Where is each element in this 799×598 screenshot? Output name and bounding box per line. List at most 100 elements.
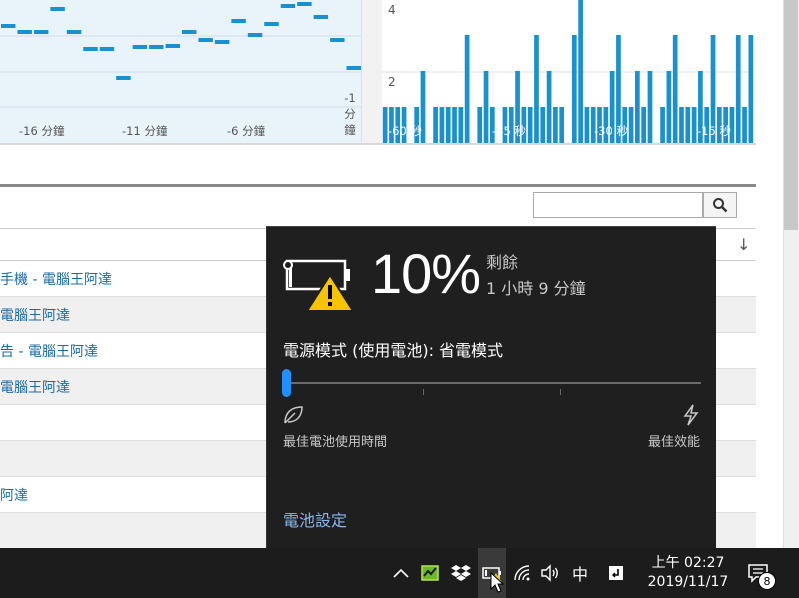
bar <box>628 107 634 143</box>
step-segment <box>165 44 180 48</box>
wifi-tray-button[interactable] <box>509 548 537 598</box>
seconds-chart <box>382 0 754 143</box>
table-top-rule <box>0 184 756 187</box>
x-label-11: -11 分鐘 <box>122 124 168 138</box>
volume-tray-button[interactable] <box>537 548 563 598</box>
step-segment <box>198 38 213 42</box>
input-mode-button[interactable] <box>602 548 630 598</box>
volume-icon <box>541 564 558 582</box>
clock-date[interactable]: 2019/11/17 <box>640 574 736 590</box>
step-segment <box>182 30 197 34</box>
bar <box>735 35 741 143</box>
step-segment <box>149 45 164 49</box>
row-page-title[interactable]: 電腦王阿達 <box>0 377 70 397</box>
sort-desc-icon[interactable]: ↓ <box>737 235 750 254</box>
battery-warning-icon <box>283 259 355 312</box>
bar <box>534 35 539 143</box>
battery-tray-button[interactable] <box>478 548 506 598</box>
step-segment <box>33 30 49 34</box>
show-hidden-icons-button[interactable] <box>389 548 413 598</box>
ime-indicator[interactable]: 中 <box>566 548 594 598</box>
bar <box>464 35 470 143</box>
bar <box>382 107 388 143</box>
remaining-label: 剩餘 <box>486 253 519 272</box>
x-label-45s: -45 秒 <box>492 124 526 138</box>
scrollbar-thumb[interactable] <box>784 0 798 230</box>
bar <box>647 71 653 143</box>
step-segment <box>346 66 361 70</box>
clock-time[interactable]: 上午 02:27 <box>648 552 728 572</box>
x-label-1-b: 分 <box>344 107 356 121</box>
minutes-chart-svg <box>0 2 362 108</box>
x-label-16: -16 分鐘 <box>19 124 65 138</box>
bar <box>546 71 552 143</box>
bar <box>748 35 754 143</box>
bar <box>458 107 464 143</box>
green-app-tray-button[interactable] <box>416 548 444 598</box>
notification-count-badge: 8 <box>758 572 776 590</box>
taskbar: 中 上午 02:27 2019/11/17 8 <box>0 548 799 598</box>
step-segment <box>264 22 279 26</box>
step-segment <box>330 38 345 42</box>
row-page-title[interactable]: 電腦王阿達 <box>0 305 70 325</box>
bar <box>635 71 640 143</box>
bar <box>666 71 672 143</box>
step-segment <box>247 33 263 37</box>
step-segment <box>280 4 296 8</box>
x-label-60s: -60 秒 <box>388 124 422 138</box>
green-app-icon <box>421 565 439 581</box>
bar <box>679 107 684 143</box>
step-segment <box>1 24 16 28</box>
bar <box>439 107 445 143</box>
step-segment <box>83 47 98 51</box>
chart-separator <box>362 0 382 143</box>
x-label-6: -6 分鐘 <box>227 124 266 138</box>
row-page-title[interactable]: 告 - 電腦王阿達 <box>0 341 98 361</box>
step-segment <box>297 2 312 6</box>
dropbox-icon <box>451 565 471 581</box>
table-search-input[interactable] <box>533 192 703 218</box>
step-segment <box>17 30 32 34</box>
bar <box>553 107 558 143</box>
wifi-icon <box>514 565 530 581</box>
power-mode-label: 電源模式 (使用電池): 省電模式 <box>283 341 504 360</box>
bar <box>584 107 590 143</box>
row-page-title[interactable]: 阿達 <box>0 485 28 505</box>
bar <box>477 107 483 143</box>
x-label-1: -1 分 鐘 <box>343 90 357 138</box>
lightning-icon <box>683 404 699 426</box>
step-segment <box>313 15 329 19</box>
power-slider-thumb[interactable] <box>282 369 291 397</box>
chevron-up-icon <box>393 568 409 578</box>
bar <box>527 107 533 143</box>
step-segment <box>132 45 148 49</box>
best-performance-label: 最佳效能 <box>647 435 700 450</box>
bar <box>445 107 451 143</box>
section-divider <box>0 143 756 145</box>
bar <box>578 0 583 143</box>
bar <box>672 35 678 143</box>
bar <box>571 35 577 143</box>
step-segment <box>66 30 82 34</box>
battery-settings-link[interactable]: 電池設定 <box>283 507 347 531</box>
best-battery-label: 最佳電池使用時間 <box>283 435 388 450</box>
bar <box>685 107 691 143</box>
slider-tick <box>423 389 424 395</box>
slider-tick <box>560 389 561 395</box>
mouse-cursor-icon <box>490 572 504 593</box>
bar <box>483 71 489 143</box>
table-search-button[interactable] <box>703 192 737 218</box>
bar <box>433 107 438 143</box>
x-label-1-c: 鐘 <box>344 123 356 137</box>
step-segment <box>116 76 131 80</box>
battery-percent: 10% <box>371 242 481 305</box>
bar <box>540 107 546 143</box>
x-label-15s: -15 秒 <box>697 124 731 138</box>
battery-flyout: 10% 剩餘 1 小時 9 分鐘 電源模式 (使用電池): 省電模式 最佳電池使… <box>266 226 716 548</box>
dropbox-tray-button[interactable] <box>447 548 475 598</box>
input-mode-icon <box>609 566 623 580</box>
search-icon <box>713 198 728 213</box>
row-page-title[interactable]: 手機 - 電腦王阿達 <box>0 269 112 289</box>
step-segment <box>214 40 230 44</box>
power-slider-track[interactable] <box>284 382 701 384</box>
